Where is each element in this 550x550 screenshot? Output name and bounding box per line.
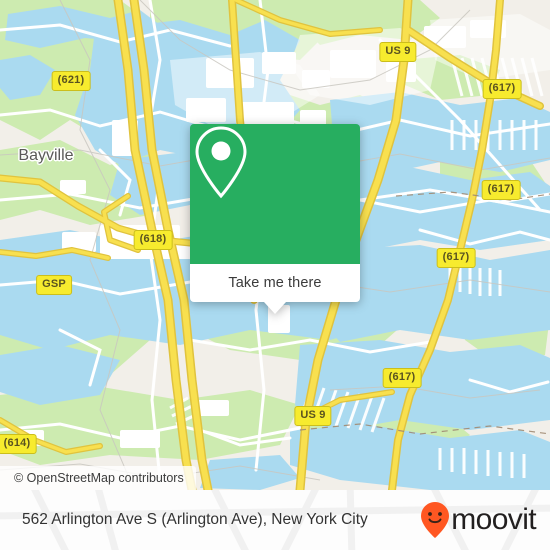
footer-bar: 562 Arlington Ave S (Arlington Ave), New… (0, 490, 550, 550)
take-me-there-button[interactable]: Take me there (190, 264, 360, 302)
attribution-label: © OpenStreetMap contributors (14, 471, 184, 485)
road-shield-617-d[interactable]: (617) (382, 368, 422, 388)
map-pin-icon (195, 126, 247, 199)
road-shield-us9-b[interactable]: US 9 (294, 406, 332, 426)
road-shield-614[interactable]: (614) (0, 434, 37, 454)
map-attribution[interactable]: © OpenStreetMap contributors (0, 466, 196, 490)
road-shield-618[interactable]: (618) (133, 230, 173, 250)
location-callout-card[interactable]: Take me there (190, 124, 360, 314)
map-screenshot: Bayville (621) US 9 (617) (617) (618) (6… (0, 0, 550, 550)
callout-tail (264, 302, 286, 314)
location-address: 562 Arlington Ave S (Arlington Ave), New… (22, 511, 368, 528)
road-shield-617-b[interactable]: (617) (481, 180, 521, 200)
moovit-pin-icon (421, 502, 450, 538)
road-shield-621-a[interactable]: (621) (51, 71, 91, 91)
callout-pin-panel (190, 124, 360, 264)
moovit-wordmark: moovit (451, 503, 536, 536)
road-shield-gsp[interactable]: GSP (36, 275, 72, 295)
road-shield-us9-a[interactable]: US 9 (379, 42, 417, 62)
place-label-bayville: Bayville (18, 147, 74, 164)
road-shield-617-a[interactable]: (617) (482, 79, 522, 99)
road-shield-617-c[interactable]: (617) (436, 248, 476, 268)
take-me-there-label: Take me there (228, 275, 322, 291)
map-canvas[interactable]: Bayville (621) US 9 (617) (617) (618) (6… (0, 0, 550, 490)
moovit-brand[interactable]: moovit (420, 501, 537, 539)
